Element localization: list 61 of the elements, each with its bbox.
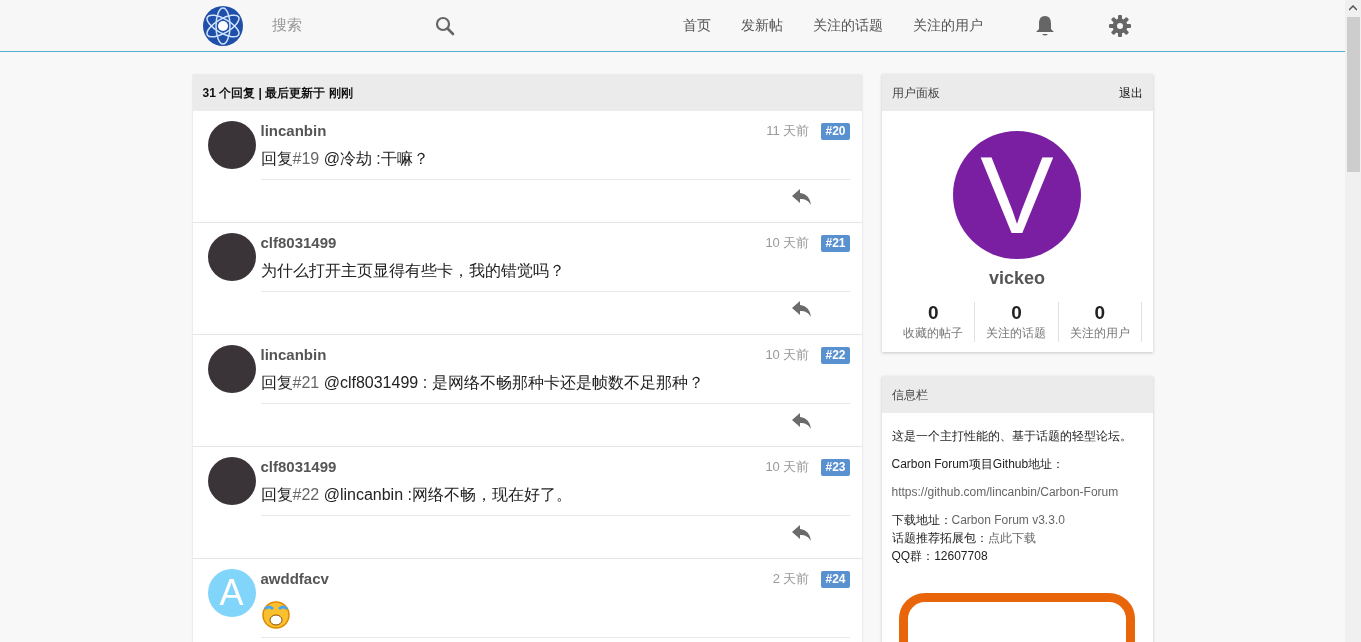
post-author[interactable]: awddfacv — [260, 567, 329, 591]
github-link[interactable]: https://github.com/lincanbin/Carbon-Forum — [891, 483, 1143, 501]
floor-number: #22 — [821, 346, 850, 364]
post-author[interactable]: clf8031499 — [260, 455, 337, 479]
floor-number: #20 — [821, 122, 850, 140]
avatar-photo-placeholder[interactable] — [207, 121, 256, 169]
avatar-photo-placeholder[interactable] — [207, 457, 256, 505]
stat-label[interactable]: 收藏的帖子 — [903, 324, 964, 342]
post-text: 回复#21 @clf8031499 : 是网络不畅那种卡还是帧数不足那种？ — [260, 373, 705, 393]
floor-number: #21 — [821, 234, 850, 252]
nav-link[interactable]: 关注的话题 — [812, 15, 883, 36]
floor-number: #23 — [821, 458, 850, 476]
avatar-photo-placeholder[interactable] — [207, 345, 256, 393]
stat-label[interactable]: 关注的用户 — [1069, 324, 1130, 342]
info-link[interactable]: 点此下载 — [987, 531, 1036, 545]
reply-icon[interactable] — [791, 413, 812, 429]
post-time: 10 天前 — [765, 458, 810, 477]
stat-value: 0 — [1011, 302, 1022, 324]
reply-icon[interactable] — [791, 301, 812, 317]
stat-value: 0 — [927, 302, 939, 324]
scrollbar[interactable] — [1345, 0, 1361, 642]
floor-number: #24 — [821, 570, 850, 588]
post-author[interactable]: lincanbin — [260, 343, 327, 367]
floor-link[interactable]: #22 — [292, 486, 320, 503]
avatar-photo-placeholder[interactable] — [207, 233, 256, 281]
panel-title: 信息栏 — [891, 386, 928, 404]
post-text: 回复#22 @lincanbin :网络不畅，现在好了。 — [260, 485, 573, 505]
scrollbar-thumb[interactable] — [1346, 17, 1360, 172]
search-icon[interactable] — [434, 15, 455, 36]
nav-link[interactable]: 关注的用户 — [912, 15, 983, 36]
post-author[interactable]: clf8031499 — [260, 231, 337, 255]
panel-title: 用户面板 — [891, 84, 940, 102]
info-line: 话题推荐拓展包：点此下载 — [891, 530, 1037, 547]
info-link[interactable]: Carbon Forum v3.3.0 — [951, 513, 1065, 527]
username[interactable]: vickeo — [988, 265, 1045, 292]
reply-icon[interactable] — [791, 525, 812, 541]
post-time: 10 天前 — [765, 346, 810, 365]
user-avatar[interactable]: V — [953, 131, 1081, 259]
info-text: Carbon Forum项目Github地址： — [891, 456, 1066, 473]
post-time: 11 天前 — [766, 122, 810, 141]
post-text: 回复#19 @冷劫 :干嘛？ — [260, 149, 430, 169]
info-line: 下载地址：Carbon Forum v3.3.0 — [891, 512, 1066, 529]
floor-link[interactable]: #19 — [292, 150, 320, 167]
info-text: 这是一个主打性能的、基于话题的轻型论坛。 — [891, 428, 1133, 445]
crying-face-emoji-icon — [260, 599, 291, 629]
info-line: QQ群：12607708 — [891, 548, 989, 565]
post-text: 为什么打开主页显得有些卡，我的错觉吗？ — [260, 261, 566, 281]
atom-logo-icon[interactable] — [201, 4, 244, 47]
nav-link[interactable]: 发新帖 — [740, 15, 783, 36]
logout-link[interactable]: 退出 — [1118, 83, 1143, 102]
search-field[interactable]: 搜索 — [271, 14, 426, 37]
bell-icon[interactable] — [1034, 14, 1055, 37]
post-time: 2 天前 — [772, 570, 810, 589]
floor-link[interactable]: #21 — [292, 374, 320, 391]
replies-summary: 31 个回复 | 最后更新于 刚刚 — [202, 84, 353, 102]
nav-link[interactable]: 首页 — [682, 15, 711, 36]
post-author[interactable]: lincanbin — [260, 119, 327, 143]
reply-icon[interactable] — [791, 189, 812, 205]
post-time: 10 天前 — [765, 234, 810, 253]
stat-label[interactable]: 关注的话题 — [986, 324, 1047, 342]
stat-value: 0 — [1094, 302, 1106, 324]
